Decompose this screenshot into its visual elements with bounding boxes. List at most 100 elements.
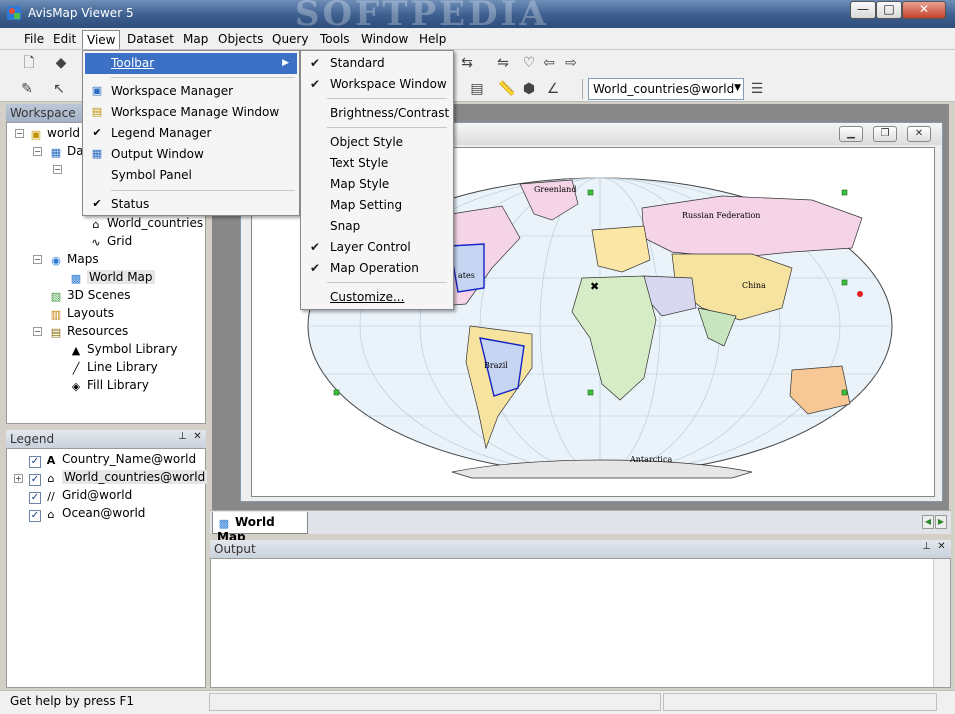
forward-icon[interactable]: ⇨ [562,54,580,72]
check-icon: ✔ [310,240,321,254]
tree-expander[interactable]: − [33,147,42,156]
menu-item-label: Workspace Manager [111,84,234,98]
checkbox[interactable]: ✓ [29,456,41,468]
menu-item-workspace-manage-window[interactable]: ▤ Workspace Manage Window [85,102,297,123]
tree-grid[interactable]: ∿ Grid [89,234,132,249]
tree-expander[interactable]: − [33,255,42,264]
measure-icon[interactable]: 📏 [498,80,516,98]
menu-item-symbol-panel[interactable]: Symbol Panel [85,165,297,186]
tree-label: Maps [67,252,99,266]
menu-item-label: Customize... [330,290,405,304]
submenu-item-map-setting[interactable]: Map Setting [303,195,451,216]
checkbox[interactable]: ✓ [29,474,41,486]
menu-window[interactable]: Window [361,32,408,46]
submenu-item-object-style[interactable]: Object Style [303,132,451,153]
tree-world-map[interactable]: ▩ World Map [69,270,155,285]
maximize-button[interactable]: □ [876,1,902,19]
submenu-item-standard[interactable]: ✔ Standard [303,53,451,74]
tab-world-map[interactable]: ▩ World Map [212,512,308,544]
close-icon[interactable]: ✕ [935,541,948,554]
edit-icon[interactable]: ✎ [18,80,36,98]
tree-world-countries[interactable]: ⌂ World_countries [89,216,204,231]
submenu-item-brightness-contrast[interactable]: Brightness/Contrast [303,103,451,124]
checkbox[interactable]: ✓ [29,492,41,504]
app-logo-icon [7,6,21,20]
legend-item[interactable]: ✓ ∕∕ Grid@world [29,488,132,504]
back-icon[interactable]: ⇦ [540,54,558,72]
tree-maps[interactable]: ◉ Maps [49,252,99,267]
menu-item-output-window[interactable]: ▦ Output Window [85,144,297,165]
layer-select[interactable]: World_countries@world ▼ [588,78,744,100]
menu-item-toolbar[interactable]: Toolbar ▶ [85,53,297,74]
tree-datasources[interactable]: ▦ Da [49,144,84,159]
minimize-button[interactable]: — [850,1,876,19]
map-window-close-button[interactable]: ✕ [907,126,931,142]
menu-item-label: Text Style [330,156,389,170]
menu-file[interactable]: File [24,32,44,46]
menu-dataset[interactable]: Dataset [127,32,174,46]
document-icon[interactable]: ▤ [468,80,486,98]
tab-scroll-left-icon[interactable]: ◀ [922,515,934,529]
tree-label: Grid [107,234,133,248]
heart-icon[interactable]: ♡ [520,54,538,72]
tree-expander[interactable]: − [15,129,24,138]
output-scrollbar[interactable] [933,559,950,687]
legend-item[interactable]: ✓ A Country_Name@world [29,452,196,468]
menu-item-legend-manager[interactable]: ✔ Legend Manager [85,123,297,144]
tree-layouts[interactable]: ▥ Layouts [49,306,114,321]
menu-help[interactable]: Help [419,32,446,46]
status-text: Get help by press F1 [10,694,135,708]
submenu-item-snap[interactable]: Snap [303,216,451,237]
tab-scroll-right-icon[interactable]: ▶ [935,515,947,529]
tree-symbol-library[interactable]: ▲ Symbol Library [69,342,178,357]
submenu-item-map-operation[interactable]: ✔ Map Operation [303,258,451,279]
output-window[interactable] [210,558,951,688]
pin-icon[interactable]: ⊥ [920,541,933,554]
pin-icon[interactable]: ⊥ [176,431,189,444]
area-icon[interactable]: ⬢ [520,80,538,98]
map-label-china: China [742,281,766,290]
workspace-icon: ▣ [30,128,42,141]
map-window-restore-button[interactable]: ❐ [873,126,897,142]
nav-arrows-icon[interactable]: ⇆ [458,54,476,72]
menu-edit[interactable]: Edit [53,32,76,46]
unknown-tool-icon[interactable]: ⇋ [494,54,512,72]
tree-expander[interactable]: − [33,327,42,336]
menu-query[interactable]: Query [272,32,308,46]
submenu-item-map-style[interactable]: Map Style [303,174,451,195]
menu-objects[interactable]: Objects [218,32,263,46]
tree-line-library[interactable]: ╱ Line Library [69,360,158,375]
submenu-item-layer-control[interactable]: ✔ Layer Control [303,237,451,258]
toolbar-separator [582,79,583,99]
tree-fill-library[interactable]: ◈ Fill Library [69,378,149,393]
menu-item-status[interactable]: ✔ Status [85,194,297,215]
tree-label: 3D Scenes [67,288,131,302]
tree-expander[interactable]: − [53,165,62,174]
legend-item[interactable]: ✓ ⌂ World_countries@world [29,470,208,486]
menu-map[interactable]: Map [183,32,208,46]
tree-label: world [47,126,81,140]
menu-item-workspace-manager[interactable]: ▣ Workspace Manager [85,81,297,102]
layers-icon[interactable]: ☰ [748,80,766,98]
map-label-brazil: Brazil [484,361,508,370]
menu-tools[interactable]: Tools [320,32,350,46]
tree-3d-scenes[interactable]: ▧ 3D Scenes [49,288,131,303]
new-icon[interactable]: 🗋 [20,54,38,72]
select-pointer-icon[interactable]: ↖ [50,80,68,98]
close-button[interactable]: ✕ [902,1,946,19]
check-icon: ✔ [92,126,102,139]
tag-icon[interactable]: ◆ [52,54,70,72]
tree-resources[interactable]: ▤ Resources [49,324,129,339]
submenu-item-text-style[interactable]: Text Style [303,153,451,174]
map-window-minimize-button[interactable]: ▁ [839,126,863,142]
checkbox[interactable]: ✓ [29,510,41,522]
angle-icon[interactable]: ∠ [544,80,562,98]
tree-expander[interactable]: + [14,474,23,483]
legend-item[interactable]: ✓ ⌂ Ocean@world [29,506,145,522]
menu-view[interactable]: View [82,30,121,49]
region-dataset-icon: ⌂ [92,218,100,231]
submenu-item-customize[interactable]: Customize... [303,287,451,308]
tree-root-world[interactable]: ▣ world [29,126,80,141]
close-icon[interactable]: ✕ [191,431,204,444]
submenu-item-workspace-window[interactable]: ✔ Workspace Window [303,74,451,95]
